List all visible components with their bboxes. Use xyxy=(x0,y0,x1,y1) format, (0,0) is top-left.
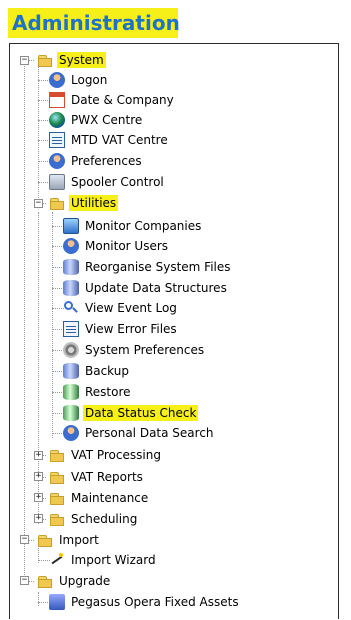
tree-node-vat-processing[interactable]: VAT Processing xyxy=(49,445,163,465)
tree-node-label: Preferences xyxy=(71,154,142,168)
restore-icon xyxy=(63,384,79,400)
tree-node-update-data-structures[interactable]: Update Data Structures xyxy=(63,278,229,298)
calendar-icon xyxy=(49,92,65,108)
navigation-tree: − − + + + + − − System Logon Date & Comp… xyxy=(0,0,351,620)
tree-node-system[interactable]: System xyxy=(37,50,106,70)
folder-icon xyxy=(49,511,65,527)
tree-node-label: Date & Company xyxy=(71,93,174,107)
tree-node-personal-data-search[interactable]: Personal Data Search xyxy=(63,423,216,443)
tree-node-label: Update Data Structures xyxy=(85,281,227,295)
tree-node-label: Import Wizard xyxy=(71,553,156,567)
database-update-icon xyxy=(63,280,79,296)
data-status-icon xyxy=(63,405,79,421)
printer-icon xyxy=(49,174,65,190)
tree-node-upgrade[interactable]: Upgrade xyxy=(37,571,112,591)
tree-node-backup[interactable]: Backup xyxy=(63,361,131,381)
document-icon xyxy=(49,132,65,148)
tree-node-label: Scheduling xyxy=(71,512,138,526)
folder-icon xyxy=(37,52,53,68)
tree-node-data-status-check[interactable]: Data Status Check xyxy=(63,403,199,423)
preferences-icon xyxy=(49,153,65,169)
tree-node-label: Reorganise System Files xyxy=(85,260,231,274)
collapse-utilities-icon[interactable]: − xyxy=(34,199,43,208)
folder-icon xyxy=(49,469,65,485)
tree-node-label: PWX Centre xyxy=(71,113,143,127)
tree-node-system-preferences[interactable]: System Preferences xyxy=(63,340,206,360)
expand-maintenance-icon[interactable]: + xyxy=(34,493,43,502)
tree-node-pegasus-opera-fixed-assets[interactable]: Pegasus Opera Fixed Assets xyxy=(49,592,241,612)
collapse-system-icon[interactable]: − xyxy=(20,56,29,65)
fixed-assets-icon xyxy=(49,594,65,610)
error-file-icon xyxy=(63,321,79,337)
tree-node-vat-reports[interactable]: VAT Reports xyxy=(49,467,145,487)
monitor-icon xyxy=(63,218,79,234)
tree-node-view-error-files[interactable]: View Error Files xyxy=(63,319,179,339)
tree-node-import-wizard[interactable]: Import Wizard xyxy=(49,550,158,570)
expand-vat-processing-icon[interactable]: + xyxy=(34,451,43,460)
users-icon xyxy=(63,238,79,254)
expand-vat-reports-icon[interactable]: + xyxy=(34,472,43,481)
tree-node-monitor-companies[interactable]: Monitor Companies xyxy=(63,216,203,236)
tree-node-label: Data Status Check xyxy=(83,405,199,421)
tree-node-label: Monitor Users xyxy=(85,239,169,253)
search-icon xyxy=(63,300,79,316)
tree-node-spooler-control[interactable]: Spooler Control xyxy=(49,172,166,192)
tree-node-scheduling[interactable]: Scheduling xyxy=(49,509,139,529)
tree-node-import[interactable]: Import xyxy=(37,530,101,550)
tree-node-label: Restore xyxy=(85,385,131,399)
tree-node-restore[interactable]: Restore xyxy=(63,382,133,402)
tree-node-label: System xyxy=(57,52,106,68)
tree-node-preferences[interactable]: Preferences xyxy=(49,151,144,171)
tree-node-reorganise-system-files[interactable]: Reorganise System Files xyxy=(63,257,233,277)
tree-node-label: Backup xyxy=(85,364,129,378)
gear-icon xyxy=(63,342,79,358)
tree-line xyxy=(38,66,39,206)
tree-line xyxy=(38,592,39,606)
people-search-icon xyxy=(63,425,79,441)
folder-icon xyxy=(37,573,53,589)
tree-node-label: View Error Files xyxy=(85,322,177,336)
folder-icon xyxy=(49,490,65,506)
tree-node-label: Spooler Control xyxy=(71,175,164,189)
tree-node-label: Personal Data Search xyxy=(85,426,214,440)
tree-node-utilities[interactable]: Utilities xyxy=(49,193,119,213)
folder-icon xyxy=(49,447,65,463)
tree-node-label: Monitor Companies xyxy=(85,219,202,233)
tree-node-label: Upgrade xyxy=(59,574,111,588)
folder-icon xyxy=(37,532,53,548)
tree-node-label: Pegasus Opera Fixed Assets xyxy=(71,595,239,609)
tree-node-label: Utilities xyxy=(69,195,119,211)
tree-node-pwx-centre[interactable]: PWX Centre xyxy=(49,110,144,130)
tree-node-label: View Event Log xyxy=(85,301,177,315)
tree-node-monitor-users[interactable]: Monitor Users xyxy=(63,236,170,256)
tree-node-maintenance[interactable]: Maintenance xyxy=(49,488,150,508)
collapse-import-icon[interactable]: − xyxy=(20,535,29,544)
tree-node-date-company[interactable]: Date & Company xyxy=(49,90,176,110)
database-icon xyxy=(63,259,79,275)
tree-node-view-event-log[interactable]: View Event Log xyxy=(63,298,179,318)
tree-node-label: VAT Reports xyxy=(71,470,143,484)
backup-icon xyxy=(63,363,79,379)
folder-icon xyxy=(49,195,65,211)
tree-node-label: MTD VAT Centre xyxy=(71,133,168,147)
tree-node-label: Maintenance xyxy=(71,491,149,505)
tree-node-mtd-vat-centre[interactable]: MTD VAT Centre xyxy=(49,130,170,150)
wizard-icon xyxy=(49,552,65,568)
tree-node-label: Import xyxy=(59,533,99,547)
collapse-upgrade-icon[interactable]: − xyxy=(20,576,29,585)
expand-scheduling-icon[interactable]: + xyxy=(34,514,43,523)
tree-node-logon[interactable]: Logon xyxy=(49,70,109,90)
tree-node-label: System Preferences xyxy=(85,343,205,357)
user-icon xyxy=(49,72,65,88)
tree-node-label: Logon xyxy=(71,73,108,87)
tree-line xyxy=(24,66,25,581)
globe-icon xyxy=(49,112,65,128)
tree-node-label: VAT Processing xyxy=(71,448,161,462)
